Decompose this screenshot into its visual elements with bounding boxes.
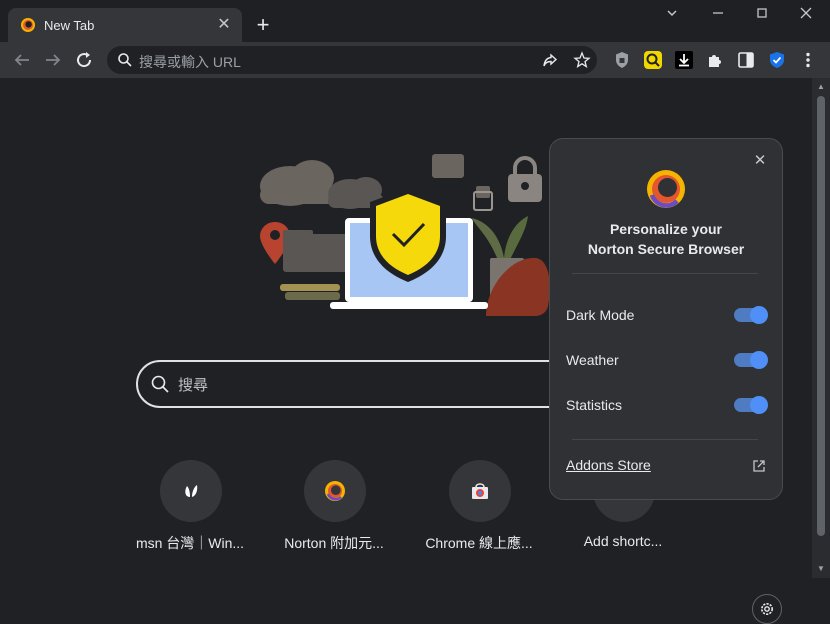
search-icon — [151, 375, 169, 393]
shortcut-icon-circle — [160, 460, 222, 522]
tab-title: New Tab — [44, 18, 95, 33]
search-box[interactable]: 搜尋 — [136, 360, 600, 408]
shortcut-icon-circle — [449, 460, 511, 522]
shortcut-label: Norton 附加元... — [284, 535, 384, 551]
forward-arrow-icon[interactable] — [41, 48, 65, 72]
title-bar: New Tab ✕ + — [0, 0, 830, 42]
customize-settings-button[interactable] — [752, 594, 782, 624]
download-icon[interactable] — [674, 50, 694, 70]
panel-title: Personalize your Norton Secure Browser — [550, 219, 782, 259]
bookmark-star-icon[interactable] — [573, 51, 591, 69]
weather-row: Weather — [566, 348, 768, 372]
statistics-row: Statistics — [566, 393, 768, 417]
dark-mode-row: Dark Mode — [566, 303, 768, 327]
gear-icon — [761, 603, 773, 615]
panel-title-line-2: Norton Secure Browser — [587, 241, 745, 257]
divider — [572, 439, 758, 440]
norton-safe-web-icon[interactable] — [767, 50, 787, 70]
maximize-button[interactable] — [740, 4, 784, 26]
norton-browser-icon — [21, 18, 35, 32]
address-placeholder: 搜尋或輸入 URL — [139, 54, 241, 70]
share-icon[interactable] — [541, 51, 559, 69]
external-link-icon[interactable] — [752, 459, 766, 473]
toolbar: 搜尋或輸入 URL — [0, 42, 830, 78]
tab-search-chevron-icon[interactable] — [650, 4, 694, 26]
new-tab-page: 搜尋 msn 台灣｜Win... Norton 附加元... Chrome 線上… — [0, 78, 812, 624]
msn-butterfly-icon — [185, 485, 198, 497]
back-arrow-icon[interactable] — [10, 48, 34, 72]
shortcut-label: Add shortc... — [583, 533, 663, 549]
privacy-shield-extension-icon[interactable] — [612, 50, 632, 70]
shortcut-chrome-web-store[interactable]: Chrome 線上應... — [419, 458, 539, 558]
extensions-puzzle-icon[interactable] — [705, 50, 725, 70]
shortcut-icon-circle — [304, 460, 366, 522]
more-menu-icon[interactable] — [798, 50, 818, 70]
search-icon — [118, 53, 132, 67]
shortcut-msn[interactable]: msn 台灣｜Win... — [130, 458, 250, 558]
close-window-button[interactable] — [784, 4, 828, 26]
scrollbar-thumb[interactable] — [817, 96, 825, 536]
tab-new-tab[interactable]: New Tab ✕ — [8, 8, 242, 42]
statistics-label: Statistics — [566, 397, 623, 413]
new-tab-button[interactable]: + — [252, 14, 274, 36]
address-bar[interactable]: 搜尋或輸入 URL — [107, 46, 597, 74]
security-illustration — [260, 154, 550, 316]
reload-icon[interactable] — [72, 48, 96, 72]
tab-close-icon[interactable]: ✕ — [214, 15, 234, 35]
shortcut-norton-addons[interactable]: Norton 附加元... — [274, 458, 394, 558]
search-placeholder: 搜尋 — [178, 377, 209, 394]
minimize-button[interactable] — [696, 4, 740, 26]
weather-label: Weather — [566, 352, 619, 368]
personalize-panel: ✕ Personalize your Norton Secure Browser… — [549, 138, 783, 500]
norton-browser-icon — [325, 481, 345, 501]
side-panel-icon[interactable] — [736, 50, 756, 70]
shortcut-label: Chrome 線上應... — [425, 535, 533, 551]
divider — [572, 273, 758, 274]
chrome-web-store-icon — [472, 483, 488, 499]
page-scrollbar[interactable]: ▲ ▼ — [812, 78, 830, 578]
safe-search-extension-icon[interactable] — [643, 50, 663, 70]
norton-browser-logo-icon — [647, 170, 685, 208]
weather-toggle[interactable] — [734, 351, 768, 369]
shortcut-label: msn 台灣｜Win... — [135, 535, 245, 551]
panel-title-line-1: Personalize your — [609, 221, 723, 237]
dark-mode-toggle[interactable] — [734, 306, 768, 324]
dark-mode-label: Dark Mode — [566, 307, 635, 323]
addons-store-link[interactable]: Addons Store — [566, 457, 651, 473]
scroll-down-arrow-icon[interactable]: ▼ — [816, 564, 826, 574]
panel-close-icon[interactable]: ✕ — [752, 153, 768, 169]
statistics-toggle[interactable] — [734, 396, 768, 414]
scroll-up-arrow-icon[interactable]: ▲ — [816, 82, 826, 92]
